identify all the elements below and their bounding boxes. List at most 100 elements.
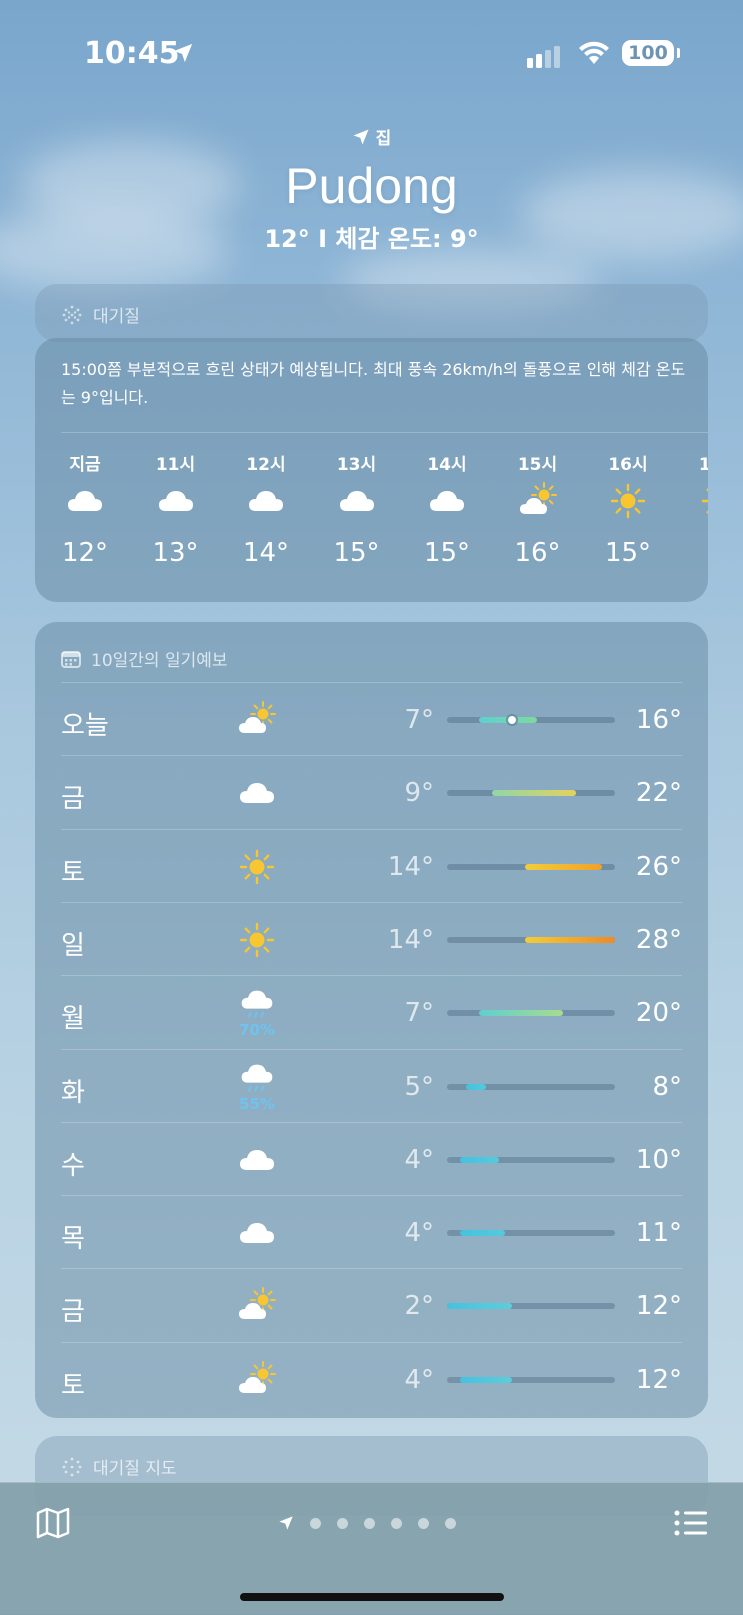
air-quality-card[interactable]: 대기질	[35, 284, 708, 342]
temp-range-fill	[492, 790, 577, 797]
hour-label: 13시	[336, 455, 377, 475]
day-row[interactable]: 일 14° 28°	[61, 901, 682, 977]
location-arrow-icon	[173, 43, 193, 63]
hour-label: 17시	[698, 455, 708, 475]
city-name: Pudong	[285, 158, 458, 214]
day-weather	[227, 1133, 287, 1187]
ten-day-label: 10일간의 일기예보	[91, 651, 228, 671]
day-name: 토	[61, 857, 85, 888]
status-time: 10:45	[84, 36, 180, 71]
day-row[interactable]: 오늘 7° 16°	[61, 682, 682, 757]
day-row[interactable]: 금 2° 12°	[61, 1268, 682, 1343]
air-quality-map-label: 대기질 지도	[93, 1459, 177, 1479]
status-bar: 10:45 100	[0, 36, 743, 76]
day-weather	[227, 1353, 287, 1407]
day-name: 토	[61, 1370, 85, 1401]
low-temp: 5°	[404, 1071, 434, 1102]
temp-range-fill	[447, 1303, 512, 1310]
day-row[interactable]: 월 70% 7° 20°	[61, 975, 682, 1050]
hour-temp: 14°	[242, 538, 290, 568]
temp-range-bar	[447, 1230, 615, 1237]
map-icon[interactable]	[36, 1507, 70, 1539]
air-quality-header: 대기질	[61, 302, 140, 327]
partly-sunny-icon	[239, 701, 276, 733]
rain-icon	[241, 990, 273, 1018]
hour-label: 14시	[427, 455, 467, 475]
temp-range-bar	[447, 1303, 615, 1310]
page-dot[interactable]	[364, 1517, 375, 1529]
day-weather	[227, 840, 287, 894]
air-quality-icon	[62, 1457, 82, 1476]
hourly-item: 13시 15°	[327, 450, 387, 568]
current-conditions: 12° I 체감 온도: 9°	[264, 225, 479, 253]
temp-range-fill	[524, 863, 602, 870]
hourly-item: 11시 13°	[146, 450, 206, 568]
temp-range-fill	[459, 1376, 512, 1383]
day-weather	[227, 1279, 287, 1333]
bottom-toolbar	[0, 1482, 743, 1615]
air-quality-icon	[62, 305, 82, 324]
day-weather	[227, 1206, 287, 1260]
day-weather	[227, 766, 287, 820]
day-name: 일	[61, 930, 85, 961]
list-icon[interactable]	[674, 1509, 708, 1537]
cloud-icon	[339, 491, 374, 511]
day-row[interactable]: 목 4° 11°	[61, 1195, 682, 1270]
day-name: 월	[61, 1004, 85, 1035]
battery-indicator: 100	[622, 40, 680, 66]
cellular-signal-icon	[527, 46, 560, 68]
low-temp: 2°	[404, 1291, 434, 1322]
day-weather: 55%	[227, 1060, 287, 1114]
day-row[interactable]: 화 55% 5° 8°	[61, 1048, 682, 1124]
temp-range-bar	[447, 1083, 615, 1090]
hour-temp: 15°	[604, 538, 652, 568]
page-dot[interactable]	[418, 1517, 429, 1529]
hourly-scroller[interactable]: 지금 12° 11시 13° 12시 14° 13시 15° 14시 15° 15시 16° 16시 15…	[35, 450, 708, 590]
location-arrow-icon	[353, 129, 369, 144]
hourly-forecast-card[interactable]: 15:00쯤 부분적으로 흐린 상태가 예상됩니다. 최대 풍속 26km/h의…	[35, 338, 708, 602]
page-dot[interactable]	[337, 1517, 348, 1529]
day-name: 금	[61, 1297, 85, 1328]
page-dot[interactable]	[310, 1517, 321, 1529]
cloud-icon	[68, 491, 102, 511]
low-temp: 14°	[387, 924, 434, 955]
day-row[interactable]: 토 4° 12°	[61, 1341, 682, 1417]
high-temp: 22°	[635, 778, 682, 809]
cloud-icon	[158, 491, 193, 511]
page-dot[interactable]	[445, 1517, 456, 1529]
temp-range-bar	[447, 863, 615, 870]
location-arrow-icon[interactable]	[278, 1515, 294, 1531]
day-row[interactable]: 토 14° 26°	[61, 828, 682, 904]
home-indicator	[240, 1593, 504, 1601]
hour-temp: 16°	[514, 538, 561, 568]
day-row[interactable]: 금 9° 22°	[61, 755, 682, 830]
partly-sunny-icon	[239, 1287, 276, 1320]
high-temp: 28°	[635, 924, 682, 955]
sun-icon	[239, 922, 275, 958]
temp-range-bar	[447, 1010, 615, 1017]
hourly-item: 15시 16°	[508, 450, 568, 568]
home-location-label: 집	[0, 124, 743, 149]
partly-sunny-icon	[519, 482, 557, 514]
page-indicator[interactable]	[278, 1515, 456, 1531]
hourly-item: 14시 15°	[417, 450, 477, 568]
hourly-item: 16시 15°	[598, 450, 658, 568]
hour-temp: 12°	[61, 538, 109, 568]
low-temp: 9°	[404, 778, 434, 809]
ten-day-forecast-card[interactable]: 10일간의 일기예보 오늘 7° 16° 금 9° 22° 토 14° 26° 일 14° 28° 월 7…	[35, 622, 708, 1418]
high-temp: 26°	[635, 851, 682, 882]
divider	[61, 432, 708, 433]
day-name: 오늘	[61, 711, 109, 741]
low-temp: 4°	[404, 1364, 434, 1395]
low-temp: 4°	[404, 1144, 434, 1175]
hour-temp: 13°	[152, 538, 199, 568]
day-row[interactable]: 수 4° 10°	[61, 1121, 682, 1197]
day-name: 금	[61, 784, 85, 815]
temp-range-bar	[447, 716, 615, 724]
high-temp: 8°	[652, 1071, 682, 1102]
temp-range-bar	[447, 1156, 615, 1163]
page-dot[interactable]	[391, 1517, 402, 1529]
high-temp: 10°	[635, 1144, 682, 1175]
air-quality-map-header: 대기질 지도	[61, 1454, 177, 1479]
day-name: 화	[61, 1077, 85, 1108]
